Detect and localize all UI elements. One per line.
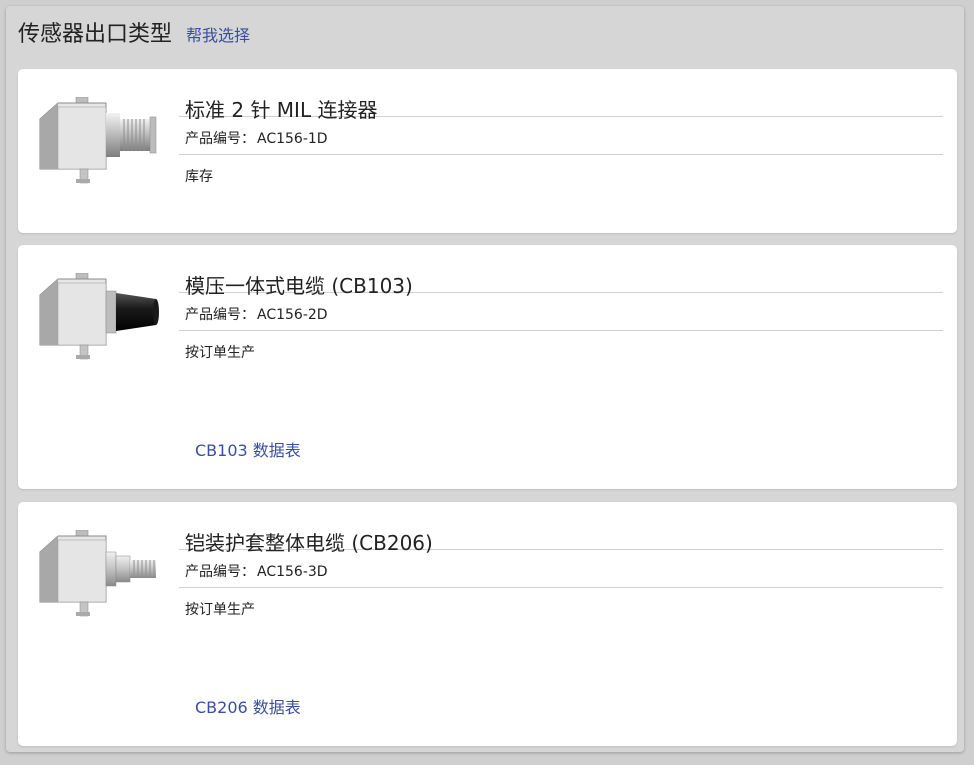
panel-header: 传感器出口类型 帮我选择 [18,16,250,56]
product-title: 模压一体式电缆 (CB103) [179,245,943,298]
availability-status: 按订单生产 [185,345,255,361]
part-number-value: AC156-1D [257,131,328,147]
product-info: 标准 2 针 MIL 连接器 产品编号： AC156-1D 库存 [179,69,943,193]
availability-status: 库存 [185,169,213,185]
availability-status: 按订单生产 [185,602,255,618]
product-card-mil-connector[interactable]: 标准 2 针 MIL 连接器 产品编号： AC156-1D 库存 [18,69,957,233]
output-type-panel: 传感器出口类型 帮我选择 标准 2 针 MIL 连接器 产品编号： AC156-… [6,6,964,752]
product-info: 铠装护套整体电缆 (CB206) 产品编号： AC156-3D 按订单生产 [179,502,943,626]
part-number-value: AC156-2D [257,307,328,323]
panel-title: 传感器出口类型 [18,22,173,47]
product-title: 铠装护套整体电缆 (CB206) [179,502,943,555]
sensor-molded-cable-icon [39,273,159,360]
product-info: 模压一体式电缆 (CB103) 产品编号： AC156-2D 按订单生产 [179,245,943,369]
part-number-label: 产品编号： [185,307,255,323]
cb103-datasheet-link[interactable]: CB103 数据表 [195,437,301,461]
part-number-label: 产品编号： [185,564,255,580]
cb206-datasheet-link[interactable]: CB206 数据表 [195,694,301,718]
sensor-armored-cable-icon [39,530,156,617]
product-card-molded-cable[interactable]: 模压一体式电缆 (CB103) 产品编号： AC156-2D 按订单生产 CB10… [18,245,957,489]
part-number-label: 产品编号： [185,131,255,147]
help-me-choose-link[interactable]: 帮我选择 [186,22,250,46]
sensor-mil-connector-icon [39,97,157,184]
part-number-value: AC156-3D [257,564,328,580]
product-card-armored-cable[interactable]: 铠装护套整体电缆 (CB206) 产品编号： AC156-3D 按订单生产 CB2… [18,502,957,746]
product-title: 标准 2 针 MIL 连接器 [179,69,943,122]
